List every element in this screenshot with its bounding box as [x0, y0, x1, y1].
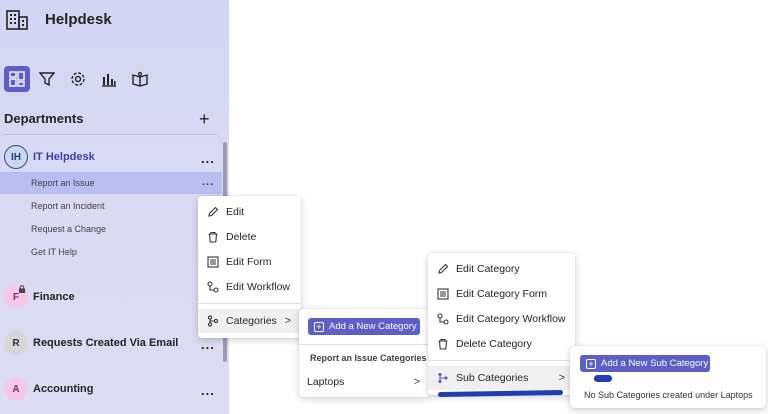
sub-item-report-an-issue[interactable]: Report an Issue ... — [0, 172, 222, 194]
menu-item-edit-category[interactable]: Edit Category — [428, 257, 575, 281]
reports-icon[interactable] — [96, 66, 122, 92]
add-sub-category-button[interactable]: + Add a New Sub Category — [580, 355, 710, 372]
menu-item-label: Delete — [226, 231, 257, 243]
app-title: Helpdesk — [45, 11, 112, 28]
menu-item-label: Edit Form — [226, 256, 272, 268]
pencil-icon — [436, 262, 450, 276]
knowledge-base-icon[interactable] — [127, 66, 153, 92]
category-context-menu: Edit Category Edit Category Form Edit Ca… — [428, 253, 575, 395]
department-name: Finance — [33, 291, 75, 303]
sub-item-report-an-incident[interactable]: Report an Incident — [0, 195, 222, 217]
chevron-right-icon: > — [284, 315, 291, 327]
more-options-button[interactable]: ... — [201, 338, 215, 351]
chevron-right-icon: > — [558, 372, 565, 384]
sub-item-request-a-change[interactable]: Request a Change — [0, 218, 222, 240]
menu-item-edit-category-workflow[interactable]: Edit Category Workflow — [428, 307, 575, 331]
menu-item-edit-form[interactable]: Edit Form — [198, 250, 301, 274]
menu-item-label: Delete Category — [456, 338, 532, 350]
categories-heading: Report an Issue Categories — [310, 353, 427, 363]
menu-item-sub-categories[interactable]: Sub Categories > — [428, 366, 575, 390]
branch-icon — [206, 314, 220, 328]
menu-item-label: Edit — [226, 206, 245, 218]
avatar: IH — [4, 145, 28, 169]
add-icon: + — [586, 358, 596, 369]
category-label: Laptops — [307, 376, 345, 388]
menu-item-delete-category[interactable]: Delete Category — [428, 332, 575, 356]
chevron-right-icon: > — [413, 376, 420, 388]
pencil-icon — [206, 205, 220, 219]
department-requests-via-email[interactable]: R Requests Created Via Email ... — [0, 329, 222, 357]
menu-item-categories[interactable]: Categories > — [198, 309, 301, 333]
add-category-button[interactable]: + Add a New Category — [308, 318, 420, 335]
category-item-laptops[interactable]: Laptops > — [299, 370, 430, 394]
department-accounting[interactable]: A Accounting ... — [0, 375, 222, 403]
department-it-helpdesk[interactable]: IH IT Helpdesk ... — [0, 143, 222, 171]
trash-icon — [206, 230, 220, 244]
departments-heading: Departments — [4, 111, 84, 126]
menu-item-delete[interactable]: Delete — [198, 225, 301, 249]
sub-item-label: Report an Issue — [31, 178, 95, 188]
button-label: Add a New Category — [329, 321, 417, 332]
department-name: Requests Created Via Email — [33, 337, 179, 349]
lock-icon — [18, 280, 26, 293]
menu-separator — [428, 360, 575, 361]
annotation-scribble — [437, 389, 564, 398]
department-name: Accounting — [33, 383, 94, 395]
form-icon — [436, 287, 450, 301]
menu-item-edit-category-form[interactable]: Edit Category Form — [428, 282, 575, 306]
workflow-icon — [436, 312, 450, 326]
workflow-icon — [206, 280, 220, 294]
sub-item-label: Get IT Help — [31, 247, 77, 257]
branch-icon — [436, 371, 450, 385]
more-options-button[interactable]: ... — [201, 384, 215, 397]
empty-state-text: No Sub Categories created under Laptops — [584, 390, 753, 400]
button-label: Add a New Sub Category — [601, 358, 709, 369]
menu-item-label: Edit Workflow — [226, 281, 290, 293]
sub-item-get-it-help[interactable]: Get IT Help — [0, 241, 222, 263]
sub-item-label: Report an Incident — [31, 201, 105, 211]
building-icon — [6, 8, 28, 30]
more-options-button[interactable]: ... — [201, 152, 215, 165]
divider — [4, 134, 217, 135]
add-icon: + — [314, 321, 324, 332]
sidebar: Helpdesk Departments + IH IT Helpdesk ..… — [0, 0, 229, 414]
avatar: A — [4, 377, 28, 401]
menu-item-label: Edit Category — [456, 263, 520, 275]
annotation-scribble — [594, 375, 612, 382]
avatar: R — [4, 331, 28, 355]
menu-item-label: Edit Category Form — [456, 288, 548, 300]
sub-item-label: Request a Change — [31, 224, 107, 234]
form-icon — [206, 255, 220, 269]
menu-separator — [198, 303, 301, 304]
context-menu: Edit Delete Edit Form Edit Workflow Cate… — [198, 196, 301, 338]
categories-panel: + Add a New Category Report an Issue Cat… — [299, 309, 430, 397]
department-name: IT Helpdesk — [33, 151, 95, 163]
more-options-button[interactable]: ... — [202, 177, 214, 188]
settings-icon[interactable] — [65, 66, 91, 92]
department-finance[interactable]: F Finance — [0, 283, 222, 311]
menu-item-edit-workflow[interactable]: Edit Workflow — [198, 275, 301, 299]
add-department-button[interactable]: + — [199, 110, 210, 128]
menu-item-label: Edit Category Workflow — [456, 313, 566, 325]
menu-item-label: Sub Categories — [456, 372, 529, 384]
menu-item-edit[interactable]: Edit — [198, 200, 301, 224]
dashboard-icon[interactable] — [4, 66, 30, 92]
filter-icon[interactable] — [34, 66, 60, 92]
menu-item-label: Categories — [226, 315, 277, 327]
trash-icon — [436, 337, 450, 351]
menu-separator — [299, 344, 430, 345]
